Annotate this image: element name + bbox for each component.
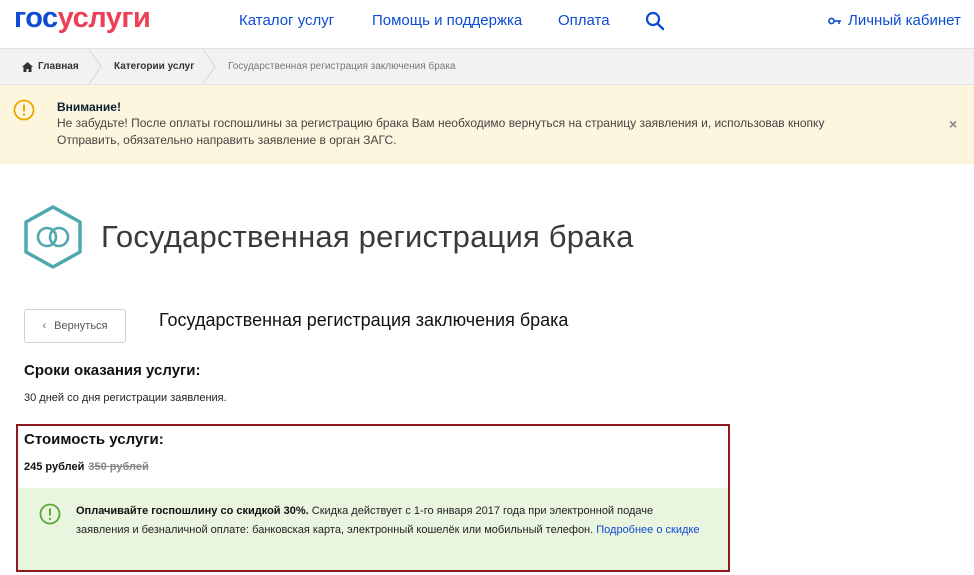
close-icon[interactable]: × — [949, 116, 957, 132]
cabinet-label: Личный кабинет — [848, 12, 961, 29]
cost-heading: Стоимость услуги: — [24, 431, 164, 448]
breadcrumb: Главная Категории услуг Государственная … — [0, 48, 974, 85]
cost-section: Стоимость услуги: 245 рублей 350 рублей О… — [16, 424, 730, 572]
service-subtitle: Государственная регистрация заключения б… — [159, 310, 569, 330]
terms-text: 30 дней со дня регистрации заявления. — [24, 392, 227, 404]
breadcrumb-separator — [202, 49, 216, 84]
terms-heading: Сроки оказания услуги: — [24, 362, 201, 379]
logo-uslugi: услуги — [57, 2, 151, 34]
current-price: 245 рублей — [24, 461, 85, 473]
home-icon — [22, 61, 33, 72]
breadcrumb-categories[interactable]: Категории услуг — [114, 49, 194, 84]
key-icon — [828, 17, 841, 24]
chevron-left-icon: ‹ — [42, 320, 47, 332]
discount-notice: Оплачивайте госпошлину со скидкой 30%. С… — [18, 488, 728, 570]
nav-help-link[interactable]: Помощь и поддержка — [372, 12, 522, 29]
personal-cabinet-link[interactable]: Личный кабинет — [828, 12, 961, 29]
breadcrumb-home[interactable]: Главная — [22, 49, 79, 84]
old-price: 350 рублей — [88, 461, 149, 473]
back-button[interactable]: ‹ Вернуться — [24, 309, 126, 343]
breadcrumb-current: Государственная регистрация заключения б… — [228, 61, 456, 72]
discount-bold: Оплачивайте госпошлину со скидкой 30%. — [76, 505, 309, 517]
alert-text: Не забудьте! После оплаты госпошлины за … — [57, 116, 825, 147]
back-button-label: Вернуться — [54, 320, 108, 332]
top-header: госуслуги Каталог услуг Помощь и поддерж… — [0, 0, 974, 48]
alert-title: Внимание! — [57, 100, 121, 114]
info-icon — [39, 503, 61, 525]
breadcrumb-separator — [88, 49, 102, 84]
breadcrumb-home-label: Главная — [38, 61, 79, 72]
marriage-rings-icon — [24, 205, 82, 269]
search-icon[interactable] — [645, 11, 665, 31]
discount-text: Оплачивайте госпошлину со скидкой 30%. С… — [76, 502, 706, 540]
warning-icon — [13, 99, 35, 121]
nav-catalog-link[interactable]: Каталог услуг — [239, 12, 334, 29]
nav-payment-link[interactable]: Оплата — [558, 12, 610, 29]
logo-gos: гос — [14, 2, 58, 34]
attention-alert: Внимание! Не забудьте! После оплаты госп… — [0, 85, 974, 164]
discount-more-link[interactable]: Подробнее о скидке — [596, 524, 699, 536]
gosuslugi-logo[interactable]: госуслуги — [14, 2, 151, 35]
page-title: Государственная регистрация брака — [101, 219, 634, 254]
price: 245 рублей 350 рублей — [24, 461, 149, 473]
